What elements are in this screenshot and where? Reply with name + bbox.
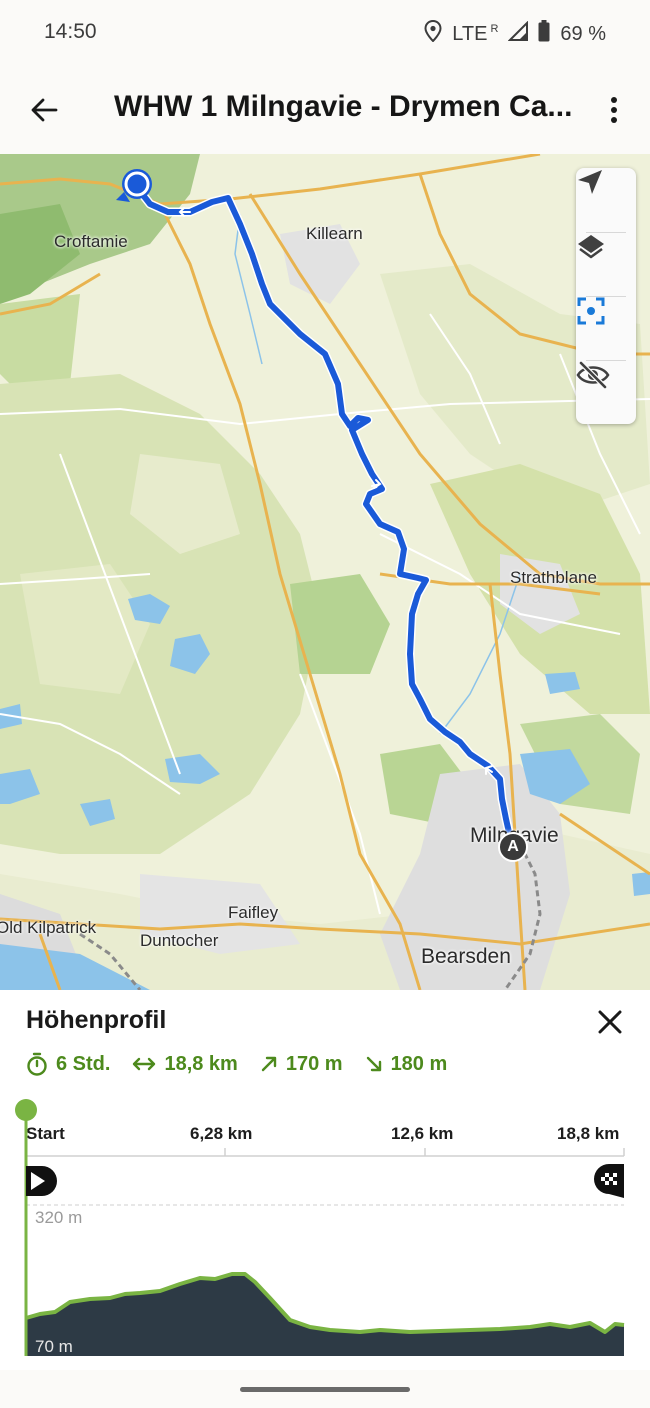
close-icon (598, 1010, 622, 1034)
profile-cursor (15, 1099, 37, 1121)
signal-icon (507, 20, 529, 47)
map-view[interactable]: Croftamie Killearn Strathblane Milngavie… (0, 154, 650, 990)
elevation-max-label: 320 m (35, 1208, 83, 1227)
location-icon (424, 19, 442, 48)
arrow-left-icon (31, 98, 58, 122)
ascent-arrow-icon (261, 1056, 277, 1072)
start-marker[interactable]: A (498, 832, 528, 862)
place-label-duntocher: Duntocher (140, 931, 219, 950)
sheet-title: Höhenprofil (26, 1006, 167, 1034)
locate-button[interactable] (576, 168, 636, 232)
place-label-strathblane: Strathblane (510, 568, 597, 587)
stat-distance-value: 18,8 km (164, 1052, 238, 1075)
navigation-arrow-icon (578, 170, 602, 194)
descent-arrow-icon (366, 1056, 381, 1072)
fit-route-button[interactable] (576, 296, 636, 360)
map-controls (576, 168, 636, 424)
status-time: 14:50 (44, 20, 97, 43)
place-label-old-kilpatrick: Old Kilpatrick (0, 918, 97, 937)
play-start-icon (26, 1166, 57, 1196)
app-bar: WHW 1 Milngavie - Drymen Ca... (0, 66, 650, 154)
place-label-bearsden: Bearsden (421, 945, 511, 968)
layers-icon (578, 235, 604, 259)
page-title: WHW 1 Milngavie - Drymen Ca... (114, 90, 573, 123)
focus-center-icon (577, 297, 605, 325)
start-marker-label: A (507, 838, 519, 855)
stopwatch-icon (27, 1052, 47, 1076)
network-type: LTE (452, 22, 488, 45)
distance-arrows-icon (133, 1057, 156, 1071)
system-nav-bar (0, 1370, 650, 1408)
stat-descent-value: 180 m (390, 1052, 448, 1075)
eye-off-icon (576, 361, 610, 389)
stat-duration: 6 Std. (26, 1052, 110, 1076)
finish-flag-icon (594, 1164, 624, 1198)
more-vertical-icon (611, 97, 617, 123)
stat-distance: 18,8 km (132, 1052, 238, 1076)
hide-overlay-button[interactable] (576, 360, 636, 424)
battery-level: 69 % (560, 22, 606, 45)
elevation-chart (15, 1099, 625, 1356)
close-sheet-button[interactable] (590, 1002, 630, 1042)
back-button[interactable] (20, 86, 68, 134)
elevation-profile[interactable]: 320 m 70 m (0, 1098, 650, 1370)
overflow-menu-button[interactable] (592, 86, 636, 134)
stat-ascent: 170 m (260, 1053, 343, 1076)
place-label-croftamie: Croftamie (54, 232, 128, 251)
status-icons: LTE R 69 % (424, 19, 606, 48)
roaming-indicator: R (490, 22, 499, 35)
status-bar: 14:50 LTE R 69 % (0, 0, 650, 66)
route-stats: 6 Std. 18,8 km 170 m 180 m (26, 1052, 469, 1076)
map-layers-button[interactable] (576, 232, 636, 296)
home-gesture-handle[interactable] (240, 1387, 410, 1392)
stat-descent: 180 m (365, 1052, 448, 1076)
stat-duration-value: 6 Std. (56, 1052, 111, 1075)
battery-icon (538, 20, 550, 48)
place-label-faifley: Faifley (228, 903, 279, 922)
elevation-min-label: 70 m (35, 1337, 73, 1356)
elevation-area (26, 1274, 624, 1356)
place-label-killearn: Killearn (306, 224, 363, 243)
stat-ascent-value: 170 m (285, 1052, 343, 1075)
